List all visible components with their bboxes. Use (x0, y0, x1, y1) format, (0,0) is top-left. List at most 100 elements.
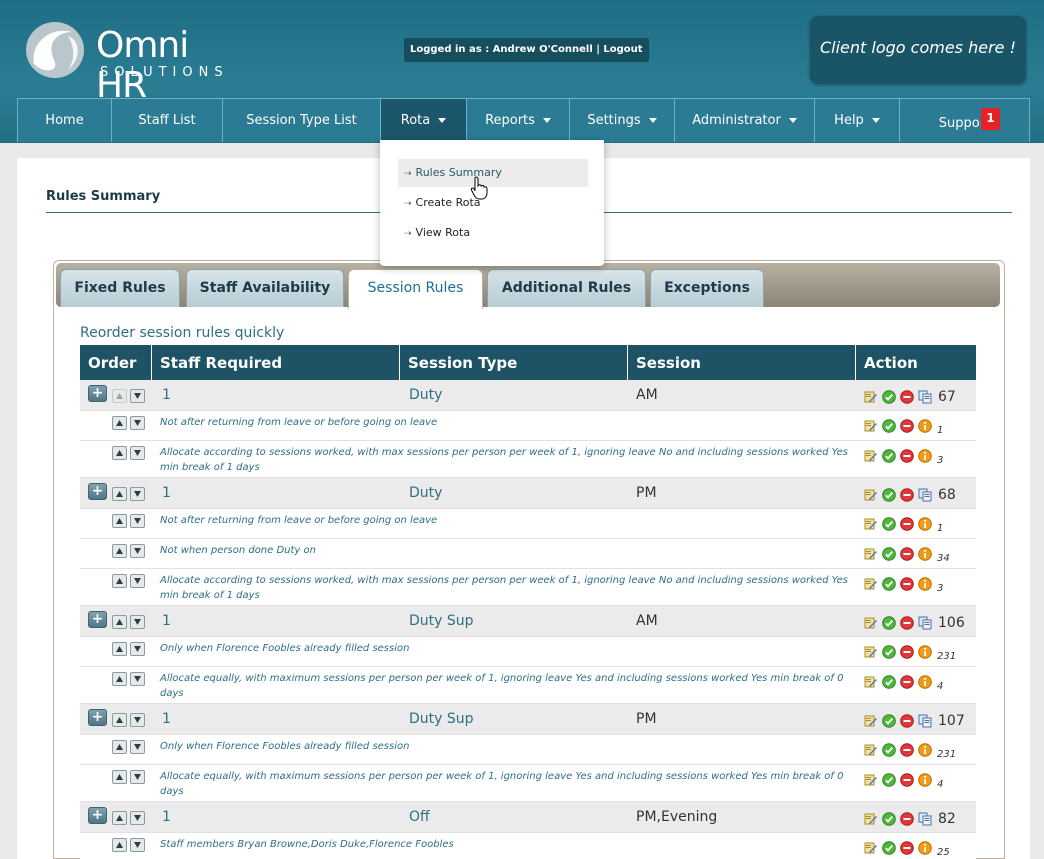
delete-minus-icon[interactable] (900, 841, 914, 855)
nav-help[interactable]: Help (815, 99, 900, 142)
edit-icon[interactable] (864, 419, 878, 433)
move-up-button[interactable] (112, 713, 127, 727)
copy-icon[interactable] (918, 488, 932, 502)
info-icon[interactable] (918, 419, 932, 433)
session-type-cell[interactable]: Off (409, 802, 430, 832)
session-type-cell[interactable]: Duty (409, 478, 442, 508)
approve-check-icon[interactable] (882, 390, 896, 404)
move-up-button[interactable] (112, 544, 127, 558)
approve-check-icon[interactable] (882, 743, 896, 757)
approve-check-icon[interactable] (882, 645, 896, 659)
move-up-button[interactable] (112, 389, 127, 403)
move-up-button[interactable] (112, 574, 127, 588)
delete-minus-icon[interactable] (900, 419, 914, 433)
move-down-button[interactable] (130, 389, 145, 403)
info-icon[interactable] (918, 449, 932, 463)
delete-minus-icon[interactable] (900, 390, 914, 404)
expand-plus-button[interactable]: + (88, 483, 107, 500)
move-down-button[interactable] (130, 642, 145, 656)
approve-check-icon[interactable] (882, 675, 896, 689)
edit-icon[interactable] (864, 488, 878, 502)
edit-icon[interactable] (864, 547, 878, 561)
move-up-button[interactable] (112, 838, 127, 852)
delete-minus-icon[interactable] (900, 517, 914, 531)
info-icon[interactable] (918, 645, 932, 659)
edit-icon[interactable] (864, 743, 878, 757)
move-up-button[interactable] (112, 487, 127, 501)
info-icon[interactable] (918, 841, 932, 855)
move-down-button[interactable] (130, 574, 145, 588)
nav-support[interactable]: Support 1 (900, 99, 1029, 142)
move-down-button[interactable] (130, 514, 145, 528)
login-status[interactable]: Logged in as : Andrew O'Connell | Logout (404, 38, 649, 62)
tab-staff-availability[interactable]: Staff Availability (186, 269, 344, 307)
delete-minus-icon[interactable] (900, 773, 914, 787)
copy-icon[interactable] (918, 390, 932, 404)
tab-additional-rules[interactable]: Additional Rules (487, 269, 646, 307)
delete-minus-icon[interactable] (900, 645, 914, 659)
session-type-cell[interactable]: Duty (409, 380, 442, 410)
edit-icon[interactable] (864, 390, 878, 404)
delete-minus-icon[interactable] (900, 547, 914, 561)
nav-reports[interactable]: Reports (467, 99, 570, 142)
delete-minus-icon[interactable] (900, 577, 914, 591)
edit-icon[interactable] (864, 812, 878, 826)
delete-minus-icon[interactable] (900, 675, 914, 689)
edit-icon[interactable] (864, 773, 878, 787)
tab-exceptions[interactable]: Exceptions (650, 269, 764, 307)
approve-check-icon[interactable] (882, 419, 896, 433)
expand-plus-button[interactable]: + (88, 385, 107, 402)
edit-icon[interactable] (864, 841, 878, 855)
edit-icon[interactable] (864, 714, 878, 728)
delete-minus-icon[interactable] (900, 488, 914, 502)
tab-session-rules[interactable]: Session Rules (348, 269, 483, 309)
nav-session-type-list[interactable]: Session Type List (223, 99, 381, 142)
move-down-button[interactable] (130, 740, 145, 754)
move-up-button[interactable] (112, 740, 127, 754)
move-down-button[interactable] (130, 838, 145, 852)
approve-check-icon[interactable] (882, 773, 896, 787)
move-up-button[interactable] (112, 770, 127, 784)
menu-item-rules-summary[interactable]: ⇢ Rules Summary (398, 159, 588, 187)
move-up-button[interactable] (112, 672, 127, 686)
reorder-link[interactable]: Reorder session rules quickly (80, 325, 284, 341)
approve-check-icon[interactable] (882, 616, 896, 630)
menu-item-create-rota[interactable]: ⇢ Create Rota (398, 189, 588, 217)
approve-check-icon[interactable] (882, 714, 896, 728)
nav-home[interactable]: Home (18, 99, 112, 142)
info-icon[interactable] (918, 773, 932, 787)
move-down-button[interactable] (130, 811, 145, 825)
edit-icon[interactable] (864, 675, 878, 689)
approve-check-icon[interactable] (882, 488, 896, 502)
menu-item-view-rota[interactable]: ⇢ View Rota (398, 219, 588, 247)
session-type-cell[interactable]: Duty Sup (409, 704, 474, 734)
copy-icon[interactable] (918, 616, 932, 630)
info-icon[interactable] (918, 577, 932, 591)
edit-icon[interactable] (864, 616, 878, 630)
tab-fixed-rules[interactable]: Fixed Rules (60, 269, 180, 307)
omni-hr-logo[interactable]: Omni HR SOLUTIONS (24, 20, 244, 106)
move-down-button[interactable] (130, 713, 145, 727)
approve-check-icon[interactable] (882, 449, 896, 463)
move-down-button[interactable] (130, 615, 145, 629)
move-down-button[interactable] (130, 770, 145, 784)
move-down-button[interactable] (130, 416, 145, 430)
edit-icon[interactable] (864, 645, 878, 659)
info-icon[interactable] (918, 517, 932, 531)
move-up-button[interactable] (112, 416, 127, 430)
move-down-button[interactable] (130, 446, 145, 460)
edit-icon[interactable] (864, 577, 878, 591)
approve-check-icon[interactable] (882, 547, 896, 561)
approve-check-icon[interactable] (882, 812, 896, 826)
delete-minus-icon[interactable] (900, 714, 914, 728)
move-up-button[interactable] (112, 514, 127, 528)
info-icon[interactable] (918, 675, 932, 689)
expand-plus-button[interactable]: + (88, 807, 107, 824)
info-icon[interactable] (918, 547, 932, 561)
move-up-button[interactable] (112, 446, 127, 460)
edit-icon[interactable] (864, 449, 878, 463)
edit-icon[interactable] (864, 517, 878, 531)
nav-rota[interactable]: Rota (381, 99, 467, 142)
move-up-button[interactable] (112, 642, 127, 656)
approve-check-icon[interactable] (882, 577, 896, 591)
